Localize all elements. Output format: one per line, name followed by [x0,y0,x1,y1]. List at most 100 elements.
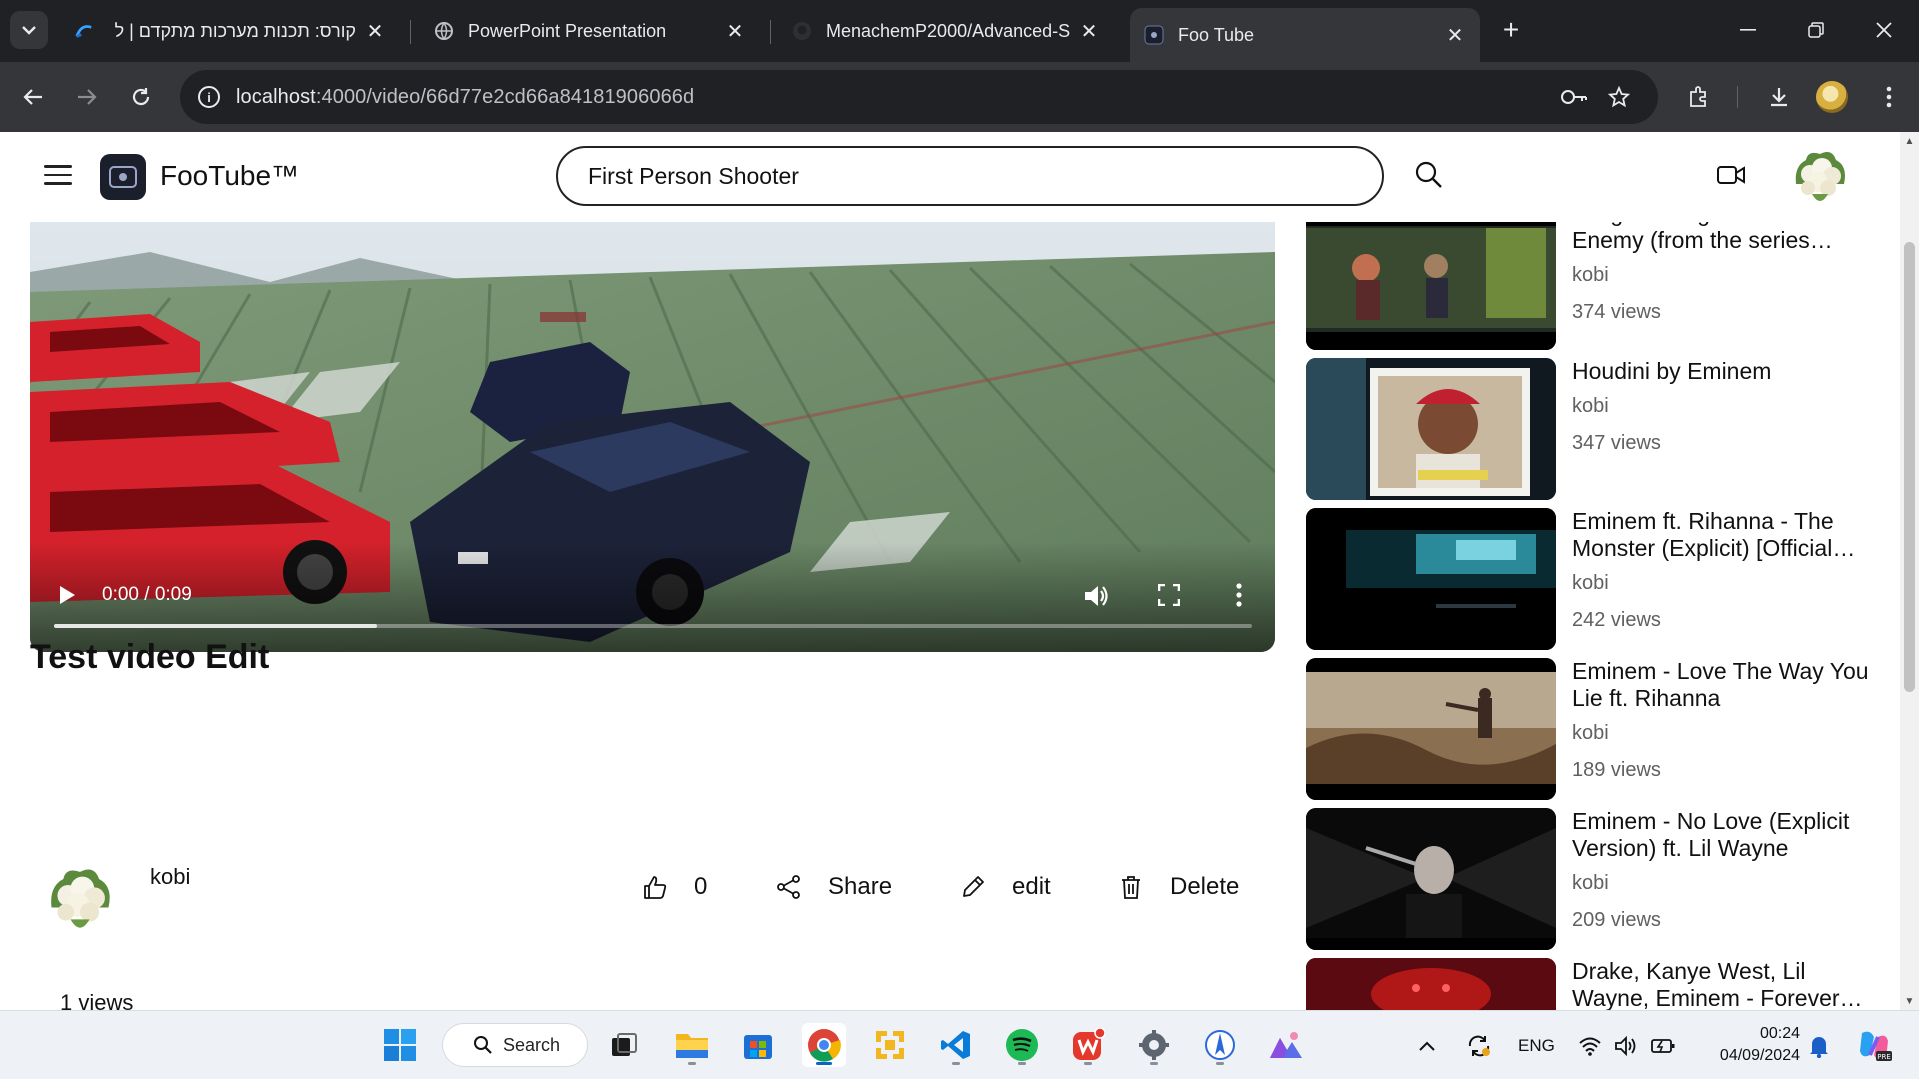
notification-bell-icon[interactable] [1808,1011,1830,1079]
video-player[interactable]: 0:00 / 0:09 [30,222,1275,652]
new-tab-button[interactable]: + [1494,13,1528,47]
upload-video-icon[interactable] [1716,162,1746,188]
tab-github[interactable]: MenachemP2000/Advanced-Sy ✕ [778,10,1114,52]
taskbar-file-explorer[interactable] [670,1023,714,1067]
recommended-video-title[interactable]: Eminem - No Love (Explicit Version) ft. … [1572,808,1882,862]
scroll-down-icon[interactable]: ▼ [1900,992,1919,1010]
scroll-up-icon[interactable]: ▲ [1900,132,1919,150]
close-window-button[interactable] [1864,14,1904,46]
uploader-name[interactable]: kobi [150,864,190,890]
video-title: Test video Edit [30,638,270,676]
taskbar-settings[interactable] [1132,1023,1176,1067]
user-avatar[interactable] [1788,144,1852,208]
taskbar-wps[interactable] [1066,1023,1110,1067]
recommended-video-views: 242 views [1572,609,1661,631]
taskbar-app-compass[interactable] [1198,1023,1242,1067]
recommended-video-channel: kobi [1572,872,1609,894]
video-thumbnail[interactable] [1306,508,1556,650]
close-icon[interactable]: ✕ [1444,23,1466,48]
recommended-video[interactable]: Drake, Kanye West, Lil Wayne, Eminem - F… [1306,958,1881,1010]
tray-overflow-icon[interactable] [1418,1011,1436,1079]
video-thumbnail[interactable] [1306,208,1556,350]
taskbar-app-yellow[interactable] [868,1023,912,1067]
taskbar-chrome[interactable] [802,1023,846,1067]
language-indicator[interactable]: ENG [1518,1011,1555,1079]
taskbar-store[interactable] [736,1023,780,1067]
volume-icon[interactable] [1082,582,1110,610]
tab-course[interactable]: קורס: תכנות מערכות מתקדם | ל ✕ [60,10,400,52]
recommended-video-title[interactable]: Drake, Kanye West, Lil Wayne, Eminem - F… [1572,958,1882,1010]
edit-button[interactable]: edit [958,870,1051,904]
video-thumbnail[interactable] [1306,808,1556,950]
password-key-icon[interactable] [1560,70,1588,124]
recommended-video[interactable]: Eminem ft. Rihanna - The Monster (Explic… [1306,508,1881,650]
taskbar-vscode[interactable] [934,1023,978,1067]
windows-taskbar: Search ENG 00:24 04/09/2024 PRE [0,1010,1919,1079]
taskbar-app-photos[interactable] [1264,1023,1308,1067]
recommended-video-views: 374 views [1572,301,1661,323]
back-button[interactable] [14,78,52,116]
recommended-video-title[interactable]: Eminem - Love The Way You Lie ft. Rihann… [1572,658,1882,712]
browser-menu-icon[interactable] [1870,78,1908,116]
recommended-video[interactable]: Imagine Dragons & JID - Enemy (from the … [1306,200,1881,350]
tab-search-menu-button[interactable] [10,11,48,49]
play-icon[interactable] [58,585,76,605]
scrollbar-thumb[interactable] [1904,242,1915,692]
url-host: localhost [236,85,316,108]
bookmark-star-icon[interactable] [1608,70,1630,124]
taskbar-search[interactable]: Search [442,1023,588,1067]
tab-footube[interactable]: Foo Tube ✕ [1130,8,1480,62]
page-scrollbar[interactable]: ▲ ▼ [1900,132,1919,1010]
close-icon[interactable]: ✕ [724,19,746,44]
video-thumbnail[interactable] [1306,658,1556,800]
browser-profile-avatar[interactable] [1816,81,1848,113]
restore-button[interactable] [1796,14,1836,46]
copilot-icon[interactable]: PRE [1856,1011,1892,1079]
recommended-video-title[interactable]: Houdini by Eminem [1572,358,1882,385]
more-options-icon[interactable] [1234,582,1244,608]
search-icon[interactable] [1414,160,1444,190]
battery-icon[interactable] [1650,1011,1676,1079]
like-count: 0 [694,873,708,900]
share-button[interactable]: Share [774,870,892,904]
tab-divider [770,20,771,44]
reload-button[interactable] [122,78,160,116]
volume-tray-icon[interactable] [1614,1011,1638,1079]
like-button[interactable]: 0 [640,870,707,904]
recommended-video[interactable]: Eminem - Love The Way You Lie ft. Rihann… [1306,658,1881,800]
menu-icon[interactable] [44,165,72,187]
recommended-video-title[interactable]: Eminem ft. Rihanna - The Monster (Explic… [1572,508,1882,562]
delete-button[interactable]: Delete [1116,870,1239,904]
sync-icon[interactable] [1466,1011,1492,1079]
close-icon[interactable]: ✕ [1078,19,1100,44]
video-controls: 0:00 / 0:09 [30,542,1275,652]
brand-name[interactable]: FooTube™ [160,160,299,192]
fullscreen-icon[interactable] [1158,584,1180,606]
video-progress-bar[interactable] [54,624,1252,628]
taskbar-clock[interactable]: 00:24 04/09/2024 [1700,1023,1800,1067]
task-view-button[interactable] [602,1023,646,1067]
recommended-video[interactable]: Houdini by Eminem kobi 347 views [1306,358,1881,500]
downloads-icon[interactable] [1760,78,1798,116]
search-input[interactable]: First Person Shooter [556,146,1384,206]
url-text: localhost:4000/video/66d77e2cd66a8418190… [236,86,694,109]
recommended-video-channel: kobi [1572,264,1609,286]
task-view-icon [612,1033,637,1056]
recommended-video-info: Eminem - Love The Way You Lie ft. Rihann… [1572,658,1882,782]
taskbar-spotify[interactable] [1000,1023,1044,1067]
site-info-icon[interactable]: i [198,86,220,108]
start-button[interactable] [378,1023,422,1067]
address-bar[interactable]: i localhost:4000/video/66d77e2cd66a84181… [180,70,1658,124]
close-icon[interactable]: ✕ [364,19,386,44]
extensions-icon[interactable] [1680,78,1718,116]
tab-powerpoint[interactable]: PowerPoint Presentation ✕ [420,10,760,52]
tab-title: קורס: תכנות מערכות מתקדם | ל [114,20,356,41]
video-thumbnail[interactable] [1306,358,1556,500]
recommended-video[interactable]: Eminem - No Love (Explicit Version) ft. … [1306,808,1881,950]
wifi-icon[interactable] [1578,1011,1602,1079]
video-thumbnail[interactable] [1306,958,1556,1010]
footube-logo[interactable] [100,154,146,200]
forward-button[interactable] [68,78,106,116]
uploader-avatar[interactable] [42,860,118,936]
minimize-button[interactable] [1728,14,1768,46]
